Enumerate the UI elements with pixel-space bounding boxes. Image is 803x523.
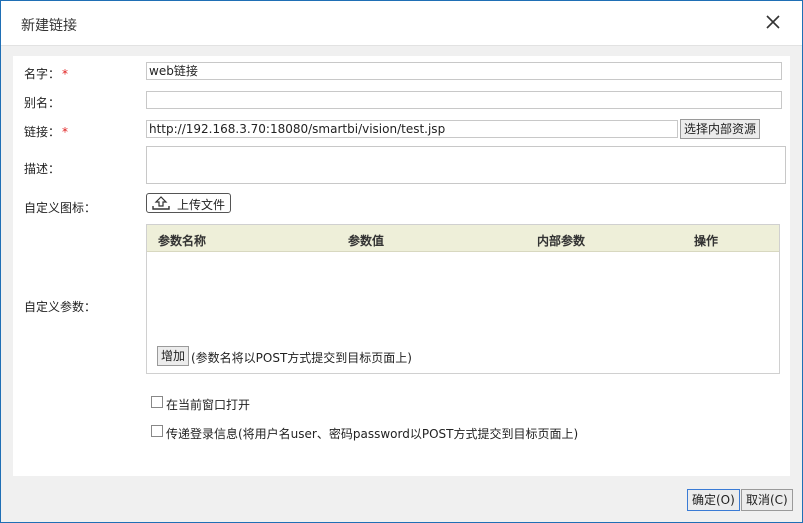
params-label: 自定义参数： — [24, 300, 97, 314]
dialog-content: 名字： * web链接 别名： 链接： * http://192.168.3.70:… — [13, 56, 790, 476]
pass-login-info-checkbox[interactable] — [151, 425, 163, 437]
link-label-wrap: 链接： * — [24, 123, 68, 140]
upload-icon — [152, 196, 170, 210]
alias-input[interactable] — [146, 91, 782, 109]
column-header-param-name: 参数名称 — [158, 234, 207, 248]
upload-file-button[interactable]: 上传文件 — [146, 193, 231, 213]
link-input[interactable]: http://192.168.3.70:18080/smartbi/vision… — [146, 120, 678, 138]
alias-label: 别名： — [24, 96, 61, 110]
pass-login-info-label: 传递登录信息(将用户名user、密码password以POST方式提交到目标页面… — [166, 427, 579, 441]
params-table-header: 参数名称 参数值 内部参数 操作 — [147, 225, 779, 252]
desc-textarea[interactable] — [146, 146, 786, 184]
required-mark: * — [62, 125, 69, 139]
column-header-action: 操作 — [694, 234, 719, 248]
dialog-title: 新建链接 — [21, 18, 77, 34]
column-header-internal-param: 内部参数 — [537, 234, 586, 248]
icon-label: 自定义图标： — [24, 201, 97, 215]
close-icon[interactable] — [762, 11, 784, 33]
open-in-current-window-checkbox[interactable] — [151, 396, 163, 408]
open-in-current-window-label: 在当前窗口打开 — [166, 398, 251, 412]
dialog-titlebar: 新建链接 — [1, 1, 802, 46]
name-input[interactable]: web链接 — [146, 62, 782, 80]
link-label: 链接： — [24, 125, 61, 139]
new-link-dialog: 新建链接 名字： * web链接 别名： 链接： * http://192.168.… — [0, 0, 803, 523]
params-hint: (参数名将以POST方式提交到目标页面上) — [191, 351, 412, 365]
name-label-wrap: 名字： * — [24, 65, 68, 82]
required-mark: * — [62, 67, 69, 81]
upload-file-label: 上传文件 — [177, 198, 226, 212]
name-label: 名字： — [24, 67, 61, 81]
cancel-button[interactable]: 取消(C) — [741, 489, 793, 511]
params-table: 参数名称 参数值 内部参数 操作 增加 (参数名将以POST方式提交到目标页面上… — [146, 224, 780, 374]
column-header-param-value: 参数值 — [348, 234, 385, 248]
desc-label: 描述： — [24, 162, 61, 176]
select-internal-resource-button[interactable]: 选择内部资源 — [680, 119, 761, 139]
ok-button[interactable]: 确定(O) — [687, 489, 740, 511]
add-param-button[interactable]: 增加 — [157, 346, 190, 366]
